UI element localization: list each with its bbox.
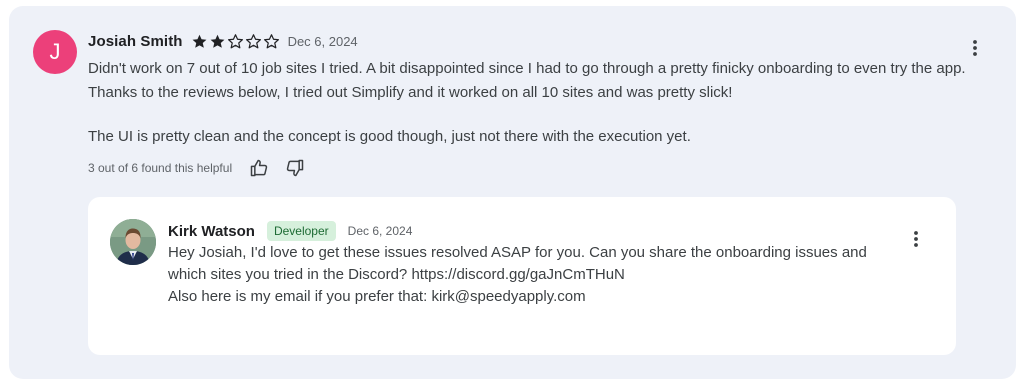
more-vert-icon xyxy=(973,40,977,56)
star-outline-icon xyxy=(263,33,279,48)
review-body: Didn't work on 7 out of 10 job sites I t… xyxy=(88,57,968,149)
developer-avatar xyxy=(110,219,156,265)
review-paragraph: Didn't work on 7 out of 10 job sites I t… xyxy=(88,60,966,101)
thumb-up-icon xyxy=(250,159,268,177)
developer-reply: Kirk Watson Developer Dec 6, 2024 Hey Jo… xyxy=(88,197,956,355)
thumb-down-button[interactable] xyxy=(284,157,306,179)
more-vert-icon xyxy=(914,231,918,247)
developer-name: Kirk Watson xyxy=(168,222,255,240)
thumb-up-button[interactable] xyxy=(248,157,270,179)
review-card: J Josiah Smith Dec 6, 2024 Didn't work o… xyxy=(9,6,1016,379)
star-filled-icon xyxy=(210,34,225,48)
reviewer-avatar: J xyxy=(33,30,77,74)
developer-badge: Developer xyxy=(266,221,336,241)
reply-more-options-button[interactable] xyxy=(904,227,928,251)
star-filled-icon xyxy=(192,34,207,48)
review-date: Dec 6, 2024 xyxy=(287,33,358,49)
star-outline-icon xyxy=(245,33,261,48)
reply-line: Hey Josiah, I'd love to get these issues… xyxy=(168,244,867,283)
reply-line: Also here is my email if you prefer that… xyxy=(168,288,586,305)
helpful-count: 3 out of 6 found this helpful xyxy=(88,161,233,175)
helpful-row: 3 out of 6 found this helpful xyxy=(88,156,306,180)
star-rating xyxy=(191,33,280,50)
reply-header: Kirk Watson Developer Dec 6, 2024 xyxy=(168,220,412,242)
developer-photo xyxy=(110,219,156,265)
reply-date: Dec 6, 2024 xyxy=(347,224,413,238)
thumb-down-icon xyxy=(286,159,304,177)
reviewer-name: Josiah Smith xyxy=(88,32,183,50)
review-paragraph: The UI is pretty clean and the concept i… xyxy=(88,128,691,145)
review-header: Josiah Smith Dec 6, 2024 xyxy=(88,30,358,52)
star-outline-icon xyxy=(227,33,243,48)
reply-body: Hey Josiah, I'd love to get these issues… xyxy=(168,242,898,308)
